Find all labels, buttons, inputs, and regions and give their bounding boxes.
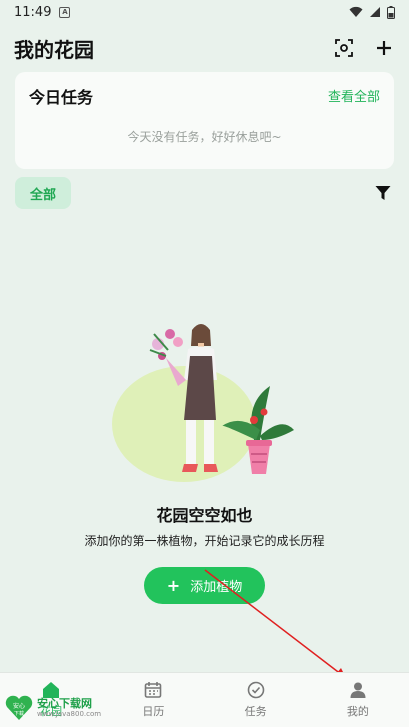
filter-button[interactable] bbox=[372, 182, 394, 204]
status-right bbox=[349, 5, 395, 19]
status-left: 11:49 A bbox=[14, 4, 71, 20]
nav-item-calendar[interactable]: 日历 bbox=[113, 681, 193, 719]
funnel-icon bbox=[375, 186, 391, 200]
nav-item-tasks[interactable]: 任务 bbox=[216, 681, 296, 719]
empty-garden-illustration bbox=[112, 324, 294, 482]
calendar-icon bbox=[145, 682, 162, 698]
view-all-link[interactable]: 查看全部 bbox=[328, 86, 380, 105]
filter-row: 全部 bbox=[15, 176, 394, 210]
filter-chip-all[interactable]: 全部 bbox=[15, 177, 71, 209]
today-tasks-card: 今日任务 查看全部 今天没有任务，好好休息吧~ bbox=[15, 72, 394, 169]
plus-icon: + bbox=[166, 576, 181, 595]
nav-label-tasks: 任务 bbox=[244, 705, 267, 718]
svg-text:安心: 安心 bbox=[13, 702, 25, 710]
wifi-icon bbox=[349, 6, 363, 17]
battery-icon bbox=[387, 5, 395, 19]
signal-icon bbox=[370, 7, 380, 17]
site-watermark: 安心 下载 安心下载网 www.Java800.com bbox=[4, 692, 114, 724]
nav-label-mine: 我的 bbox=[346, 705, 369, 718]
watermark-logo: 安心 下载 bbox=[5, 695, 33, 720]
check-circle-icon bbox=[247, 681, 264, 699]
no-tasks-message: 今天没有任务，好好休息吧~ bbox=[127, 130, 282, 144]
app-header: 我的花园 bbox=[14, 34, 395, 62]
status-bar: 11:49 A bbox=[0, 0, 409, 24]
watermark-text: 安心下载网 www.Java800.com bbox=[37, 696, 102, 719]
watermark-title: 安心下载网 bbox=[37, 696, 92, 710]
add-plant-label: 添加植物 bbox=[190, 580, 243, 595]
scan-icon bbox=[335, 39, 353, 57]
scan-button[interactable] bbox=[333, 37, 355, 59]
plus-icon bbox=[377, 41, 391, 55]
add-plant-header-button[interactable] bbox=[373, 37, 395, 59]
header-actions bbox=[333, 37, 395, 59]
empty-state-subtitle: 添加你的第一株植物，开始记录它的成长历程 bbox=[84, 534, 325, 548]
sim-icon: A bbox=[59, 6, 71, 18]
empty-state-title: 花园空空如也 bbox=[156, 506, 253, 525]
watermark-url: www.Java800.com bbox=[37, 709, 102, 718]
page-title: 我的花园 bbox=[14, 37, 94, 62]
today-tasks-title: 今日任务 bbox=[29, 88, 94, 107]
svg-text:下载: 下载 bbox=[14, 710, 24, 717]
nav-item-mine[interactable]: 我的 bbox=[318, 681, 398, 719]
person-icon bbox=[350, 682, 366, 698]
add-plant-button[interactable]: + 添加植物 bbox=[144, 567, 265, 604]
status-time: 11:49 bbox=[14, 4, 52, 20]
nav-label-calendar: 日历 bbox=[142, 705, 165, 718]
